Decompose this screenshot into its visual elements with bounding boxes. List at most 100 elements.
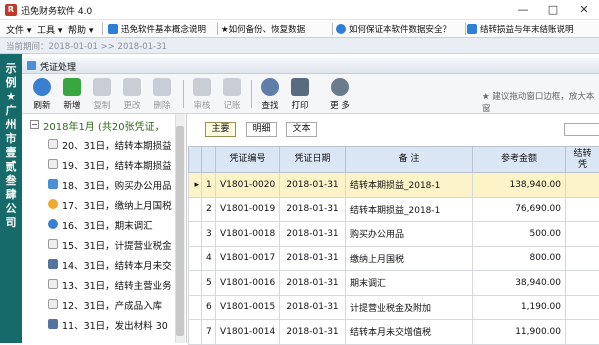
tree-scrollbar-thumb[interactable] bbox=[176, 126, 184, 336]
copy-button[interactable]: 复制 bbox=[86, 78, 118, 112]
column-header-voucher-no[interactable]: 凭证编号 bbox=[216, 147, 280, 173]
table-row[interactable]: 6V1801-00152018-01-31计提营业税金及附加1,190.00 bbox=[189, 295, 599, 320]
audit-label: 审核 bbox=[186, 99, 218, 111]
tree-item-label: 20、31日，结转本期损益 bbox=[62, 138, 172, 152]
tab-detail[interactable]: 明细 bbox=[246, 122, 277, 137]
carry-cell bbox=[566, 222, 599, 247]
menu-help[interactable]: 帮助 ▾ bbox=[68, 23, 93, 36]
tab-text[interactable]: 文本 bbox=[286, 122, 317, 137]
menu-file[interactable]: 文件 ▾ bbox=[6, 23, 31, 36]
post-label: 记账 bbox=[216, 99, 248, 111]
row-index: 5 bbox=[202, 271, 216, 296]
amount-cell: 500.00 bbox=[473, 222, 566, 247]
tab-main[interactable]: 主要 bbox=[205, 122, 236, 137]
document-icon bbox=[48, 159, 58, 169]
close-button[interactable]: ✕ bbox=[569, 0, 599, 20]
maximize-button[interactable]: □ bbox=[538, 0, 568, 20]
refresh-icon bbox=[33, 78, 51, 96]
star-icon bbox=[48, 199, 58, 209]
toolbar-divider bbox=[183, 80, 184, 108]
table-row[interactable]: 2V1801-00192018-01-31结转本期损益_2018-176,690… bbox=[189, 197, 599, 222]
printer-icon bbox=[291, 78, 309, 96]
window-icon bbox=[27, 61, 36, 70]
audit-button[interactable]: 审核 bbox=[186, 78, 218, 112]
carry-cell bbox=[566, 320, 599, 345]
row-marker bbox=[189, 271, 202, 296]
search-button[interactable]: 查找 bbox=[254, 78, 286, 112]
carry-cell bbox=[566, 295, 599, 320]
tree-item-label: 17、31日，缴纳上月国税 bbox=[62, 198, 172, 212]
note-cell: 缴纳上月国税 bbox=[346, 246, 473, 271]
help-icon bbox=[336, 24, 346, 34]
delete-button[interactable]: 删除 bbox=[146, 78, 178, 112]
add-icon bbox=[63, 78, 81, 96]
quick-link-security[interactable]: 如何保证本软件数据安全？ bbox=[349, 23, 451, 35]
row-index: 7 bbox=[202, 320, 216, 345]
refresh-button[interactable]: 刷新 bbox=[26, 78, 58, 112]
tree-item-label: 13、31日，结转主营业务 bbox=[62, 278, 172, 292]
row-index: 6 bbox=[202, 295, 216, 320]
table-row[interactable]: 4V1801-00172018-01-31缴纳上月国税800.00 bbox=[189, 246, 599, 271]
voucher-no-cell: V1801-0017 bbox=[216, 246, 280, 271]
row-marker bbox=[189, 295, 202, 320]
tree-item-label: 15、31日，计提营业税金 bbox=[62, 238, 172, 252]
quick-link-basics[interactable]: 迅免软件基本概念说明 bbox=[121, 23, 206, 35]
monitor-icon bbox=[48, 179, 58, 189]
document-icon bbox=[48, 299, 58, 309]
table-row[interactable]: 7V1801-00142018-01-31结转本月未交增值税11,900.00 bbox=[189, 320, 599, 345]
company-tag-text: 示例★广州市壹贰叁肆公司 bbox=[4, 62, 18, 230]
date-cell: 2018-01-31 bbox=[280, 246, 346, 271]
row-marker bbox=[189, 320, 202, 345]
column-header-amount[interactable]: 参考金额 bbox=[473, 147, 566, 173]
table-row[interactable]: ▸1V1801-00202018-01-31结转本期损益_2018-1138,9… bbox=[189, 173, 599, 198]
toolbar-hint: ★ 建议拖动窗口边框，放大本窗 bbox=[482, 90, 599, 114]
column-header-date[interactable]: 凭证日期 bbox=[280, 147, 346, 173]
row-index: 1 bbox=[202, 173, 216, 198]
date-cell: 2018-01-31 bbox=[280, 271, 346, 296]
column-header-note[interactable]: 备 注 bbox=[346, 147, 473, 173]
menu-divider bbox=[465, 23, 466, 35]
column-header bbox=[189, 147, 202, 173]
voucher-no-cell: V1801-0018 bbox=[216, 222, 280, 247]
edit-button[interactable]: 更改 bbox=[116, 78, 148, 112]
tree-item-label: 12、31日，产成品入库 bbox=[62, 298, 162, 312]
window-title: 迅免财务软件 4.0 bbox=[21, 4, 92, 17]
gear-icon bbox=[331, 78, 349, 96]
table-row[interactable]: 3V1801-00182018-01-31购买办公用品500.00 bbox=[189, 222, 599, 247]
collapse-toggle-icon[interactable]: − bbox=[30, 120, 39, 129]
voucher-no-cell: V1801-0020 bbox=[216, 173, 280, 198]
note-cell: 计提营业税金及附加 bbox=[346, 295, 473, 320]
note-cell: 结转本期损益_2018-1 bbox=[346, 197, 473, 222]
column-header bbox=[202, 147, 216, 173]
menu-divider bbox=[217, 23, 218, 35]
row-marker bbox=[189, 222, 202, 247]
voucher-no-cell: V1801-0014 bbox=[216, 320, 280, 345]
column-header-carry[interactable]: 结转 凭 bbox=[566, 147, 599, 173]
edit-icon bbox=[123, 78, 141, 96]
document-icon bbox=[48, 139, 58, 149]
filter-input[interactable] bbox=[564, 123, 599, 136]
tree-item-label: 19、31日，结转本期损益 bbox=[62, 158, 172, 172]
voucher-table: 凭证编号 凭证日期 备 注 参考金额 结转 凭 ▸1V1801-00202018… bbox=[188, 146, 599, 343]
quick-link-backup[interactable]: ★如何备份、恢复数据 bbox=[221, 23, 305, 35]
menu-tools[interactable]: 工具 ▾ bbox=[37, 23, 62, 36]
more-button[interactable]: 更 多 bbox=[324, 78, 356, 112]
note-cell: 结转本月未交增值税 bbox=[346, 320, 473, 345]
minimize-button[interactable]: — bbox=[508, 0, 538, 20]
search-icon bbox=[261, 78, 279, 96]
carry-cell bbox=[566, 197, 599, 222]
print-button[interactable]: 打印 bbox=[284, 78, 316, 112]
table-row[interactable]: 5V1801-00162018-01-31期末调汇38,940.00 bbox=[189, 271, 599, 296]
checkmark-icon bbox=[193, 78, 211, 96]
panel-title: 凭证处理 bbox=[40, 60, 76, 73]
quick-link-closing[interactable]: 结转损益与年末结账说明 bbox=[480, 23, 574, 35]
post-button[interactable]: 记账 bbox=[216, 78, 248, 112]
document-icon bbox=[467, 24, 477, 34]
amount-cell: 800.00 bbox=[473, 246, 566, 271]
help-icon bbox=[48, 219, 58, 229]
voucher-no-cell: V1801-0015 bbox=[216, 295, 280, 320]
tree-root-label[interactable]: 2018年1月 (共20张凭证， bbox=[43, 118, 165, 133]
grid-icon bbox=[48, 319, 58, 329]
add-button[interactable]: 新增 bbox=[56, 78, 88, 112]
note-cell: 购买办公用品 bbox=[346, 222, 473, 247]
